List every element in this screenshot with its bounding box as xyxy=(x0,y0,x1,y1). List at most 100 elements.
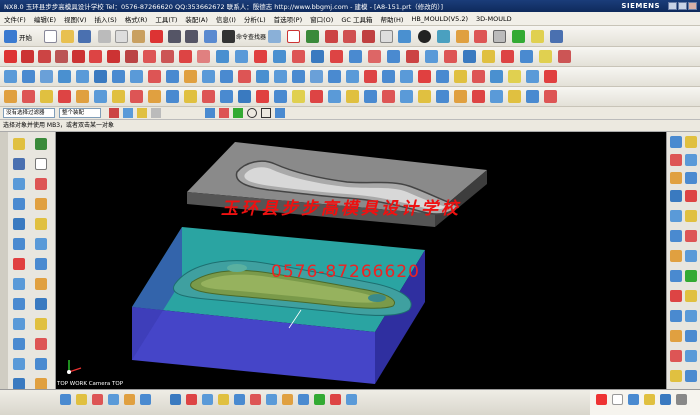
cone-icon[interactable] xyxy=(256,90,269,103)
tray-icon[interactable] xyxy=(644,394,655,405)
system-scenes-icon[interactable] xyxy=(35,238,47,250)
slider-icon[interactable] xyxy=(13,298,25,310)
menu-help[interactable]: 帮助(H) xyxy=(380,14,403,24)
minimize-button[interactable] xyxy=(668,2,677,10)
copy-icon[interactable] xyxy=(115,30,128,43)
polygon-icon[interactable] xyxy=(161,50,174,63)
open-file-icon[interactable] xyxy=(61,30,74,43)
thicken-icon[interactable] xyxy=(166,70,179,83)
standard-parts-icon[interactable] xyxy=(13,278,25,290)
redo-icon[interactable] xyxy=(185,30,198,43)
wcs-display-icon[interactable] xyxy=(92,394,103,405)
system-materials-icon[interactable] xyxy=(35,198,47,210)
ruled-icon[interactable] xyxy=(58,70,71,83)
tool-body-icon[interactable] xyxy=(454,70,467,83)
intersect-icon[interactable] xyxy=(539,50,552,63)
menu-hb-mould[interactable]: HB_MOULD(V5.2) xyxy=(411,15,468,23)
trim-icon[interactable] xyxy=(254,50,267,63)
through-curves-icon[interactable] xyxy=(4,70,17,83)
part-navigator-icon[interactable] xyxy=(35,138,47,150)
replace-component-icon[interactable] xyxy=(330,394,341,405)
orient-left-icon[interactable] xyxy=(685,172,697,184)
repeat-command-icon[interactable] xyxy=(204,30,217,43)
pocket-icon[interactable] xyxy=(349,50,362,63)
reuse-library-icon[interactable] xyxy=(35,158,47,170)
curve-icon[interactable] xyxy=(72,50,85,63)
menu-information[interactable]: 信息(I) xyxy=(216,14,236,24)
volume-icon[interactable] xyxy=(676,394,687,405)
menu-window[interactable]: 窗口(O) xyxy=(310,14,333,24)
sequence-icon[interactable] xyxy=(282,394,293,405)
circle-icon[interactable] xyxy=(38,50,51,63)
constraint-navigator-icon[interactable] xyxy=(13,158,25,170)
line-icon[interactable] xyxy=(4,50,17,63)
menu-insert[interactable]: 插入(S) xyxy=(95,14,117,24)
graphics-window[interactable]: 玉环县步步高模具设计学校 0576-87266620 TOP WORK Came… xyxy=(57,132,665,389)
snap-point-icon[interactable] xyxy=(109,108,119,118)
hd3d-tools-icon[interactable] xyxy=(13,178,25,190)
resize-blend-icon[interactable] xyxy=(292,70,305,83)
optimize-face-icon[interactable] xyxy=(436,90,449,103)
hole-icon[interactable] xyxy=(311,50,324,63)
menu-gc-toolbox[interactable]: GC 工具箱 xyxy=(341,14,372,24)
boss-icon[interactable] xyxy=(330,50,343,63)
divide-face-icon[interactable] xyxy=(202,70,215,83)
wireframe-icon[interactable] xyxy=(685,230,697,242)
tube-icon[interactable] xyxy=(292,90,305,103)
drawing-icon[interactable] xyxy=(35,358,47,370)
datum-plane-icon[interactable] xyxy=(166,90,179,103)
pocket-tool-icon[interactable] xyxy=(35,338,47,350)
move-object-icon[interactable] xyxy=(148,90,161,103)
block-icon[interactable] xyxy=(238,90,251,103)
offset-face-icon[interactable] xyxy=(346,90,359,103)
menu-format[interactable]: 格式(R) xyxy=(125,14,148,24)
rib-icon[interactable] xyxy=(310,90,323,103)
component-array-icon[interactable] xyxy=(234,394,245,405)
mirror-icon[interactable] xyxy=(482,50,495,63)
trim-sheet-icon[interactable] xyxy=(148,70,161,83)
zoom-icon[interactable] xyxy=(362,30,375,43)
datum-csys-icon[interactable] xyxy=(202,90,215,103)
runner-icon[interactable] xyxy=(35,318,47,330)
new-file-icon[interactable] xyxy=(44,30,57,43)
clip-section-icon[interactable] xyxy=(670,310,682,322)
cooling-icon[interactable] xyxy=(13,338,25,350)
existing-point-icon[interactable] xyxy=(275,108,285,118)
mesh-surface-icon[interactable] xyxy=(22,70,35,83)
unform-icon[interactable] xyxy=(400,90,413,103)
extension-icon[interactable] xyxy=(130,70,143,83)
visual-effects-icon[interactable] xyxy=(670,370,682,382)
process-studio-icon[interactable] xyxy=(13,218,25,230)
dynamic-wcs-icon[interactable] xyxy=(76,394,87,405)
assembly-constraints-icon[interactable] xyxy=(186,394,197,405)
analysis-icon[interactable] xyxy=(512,30,525,43)
web-browser-icon[interactable] xyxy=(35,178,47,190)
deviation-icon[interactable] xyxy=(526,90,539,103)
add-component-icon[interactable] xyxy=(202,394,213,405)
more-views-icon[interactable] xyxy=(685,370,697,382)
draft-icon[interactable] xyxy=(444,50,457,63)
wcs-icon[interactable] xyxy=(474,30,487,43)
pattern-icon[interactable] xyxy=(463,50,476,63)
sew-icon[interactable] xyxy=(558,50,571,63)
subtract-icon[interactable] xyxy=(520,50,533,63)
save-wcs-icon[interactable] xyxy=(140,394,151,405)
draft-analysis-icon[interactable] xyxy=(544,90,557,103)
stopwatch-icon[interactable] xyxy=(670,330,682,342)
arc-icon[interactable] xyxy=(21,50,34,63)
delete-icon[interactable] xyxy=(150,30,163,43)
undo-icon[interactable] xyxy=(168,30,181,43)
sphere-icon[interactable] xyxy=(274,90,287,103)
hidden-edges-icon[interactable] xyxy=(670,230,682,242)
orient-trimetric-icon[interactable] xyxy=(670,172,682,184)
emboss-icon[interactable] xyxy=(328,90,341,103)
feature-param-icon[interactable] xyxy=(40,90,53,103)
wcs-origin-icon[interactable] xyxy=(472,70,485,83)
heal-icon[interactable] xyxy=(454,90,467,103)
bom-icon[interactable] xyxy=(13,358,25,370)
mould-library-icon[interactable] xyxy=(35,258,47,270)
background-icon[interactable] xyxy=(685,270,697,282)
rotate-icon[interactable] xyxy=(343,30,356,43)
transform-icon[interactable] xyxy=(130,90,143,103)
mirror-assembly-icon[interactable] xyxy=(250,394,261,405)
